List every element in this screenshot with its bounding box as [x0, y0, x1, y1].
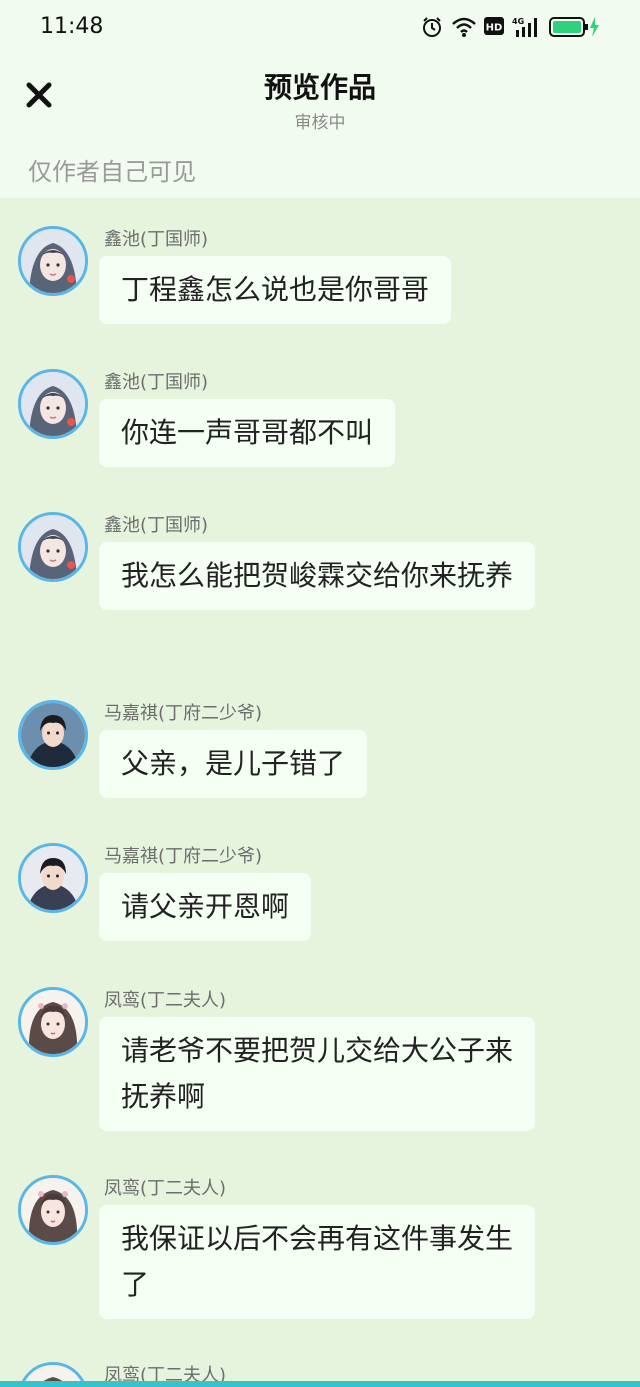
chat-feed[interactable]: 鑫池(丁国师) 丁程鑫怎么说也是你哥哥 鑫池(丁国师) 你连一声哥哥都不叫 鑫池… — [0, 198, 640, 1387]
avatar[interactable] — [18, 226, 88, 296]
message-bubble[interactable]: 你连一声哥哥都不叫 — [99, 399, 396, 467]
character-portrait-icon — [21, 703, 85, 767]
sender-name: 鑫池(丁国师) — [104, 515, 209, 536]
svg-text:4G: 4G — [512, 17, 524, 26]
character-portrait-icon — [21, 846, 85, 910]
avatar[interactable] — [18, 1175, 88, 1245]
message-bubble[interactable]: 我怎么能把贺峻霖交给你来抚养 — [99, 542, 535, 610]
battery-charging-icon — [549, 17, 599, 37]
signal-4g-icon: 4G — [512, 17, 537, 37]
avatar[interactable] — [18, 512, 88, 582]
message-bubble[interactable]: 请老爷不要把贺儿交给大公子来抚养啊 — [99, 1017, 535, 1131]
review-status: 审核中 — [294, 113, 346, 133]
status-time: 11:48 — [40, 14, 104, 39]
sender-name: 马嘉祺(丁府二少爷) — [104, 703, 263, 724]
hd-icon: HD — [484, 17, 504, 35]
status-bar: 11:48 HD 4G — [0, 0, 640, 56]
sender-name: 鑫池(丁国师) — [104, 229, 209, 250]
sender-name: 凤鸾(丁二夫人) — [104, 990, 227, 1011]
sender-name: 马嘉祺(丁府二少爷) — [104, 846, 263, 867]
avatar[interactable] — [18, 369, 88, 439]
scroll-indicator — [0, 1381, 640, 1387]
sender-name: 鑫池(丁国师) — [104, 372, 209, 393]
title-bar: 预览作品 审核中 — [0, 56, 640, 146]
alarm-icon — [423, 17, 441, 37]
svg-text:HD: HD — [486, 23, 503, 34]
avatar[interactable] — [18, 987, 88, 1057]
message-bubble[interactable]: 我保证以后不会再有这件事发生了 — [99, 1205, 535, 1319]
character-portrait-icon — [21, 372, 85, 436]
character-portrait-icon — [21, 1178, 85, 1242]
message-bubble[interactable]: 父亲，是儿子错了 — [99, 730, 368, 798]
avatar[interactable] — [18, 700, 88, 770]
message-bubble[interactable]: 请父亲开恩啊 — [99, 873, 312, 941]
sender-name: 凤鸾(丁二夫人) — [104, 1178, 227, 1199]
avatar[interactable] — [18, 843, 88, 913]
wifi-icon — [452, 17, 476, 37]
character-portrait-icon — [21, 990, 85, 1054]
character-portrait-icon — [21, 229, 85, 293]
character-portrait-icon — [21, 515, 85, 579]
message-bubble[interactable]: 丁程鑫怎么说也是你哥哥 — [99, 256, 452, 324]
header-area: 11:48 HD 4G 预览作品 审核中 仅作者自己可见 — [0, 0, 640, 198]
visibility-note: 仅作者自己可见 — [28, 158, 196, 186]
page-title: 预览作品 — [263, 71, 376, 104]
